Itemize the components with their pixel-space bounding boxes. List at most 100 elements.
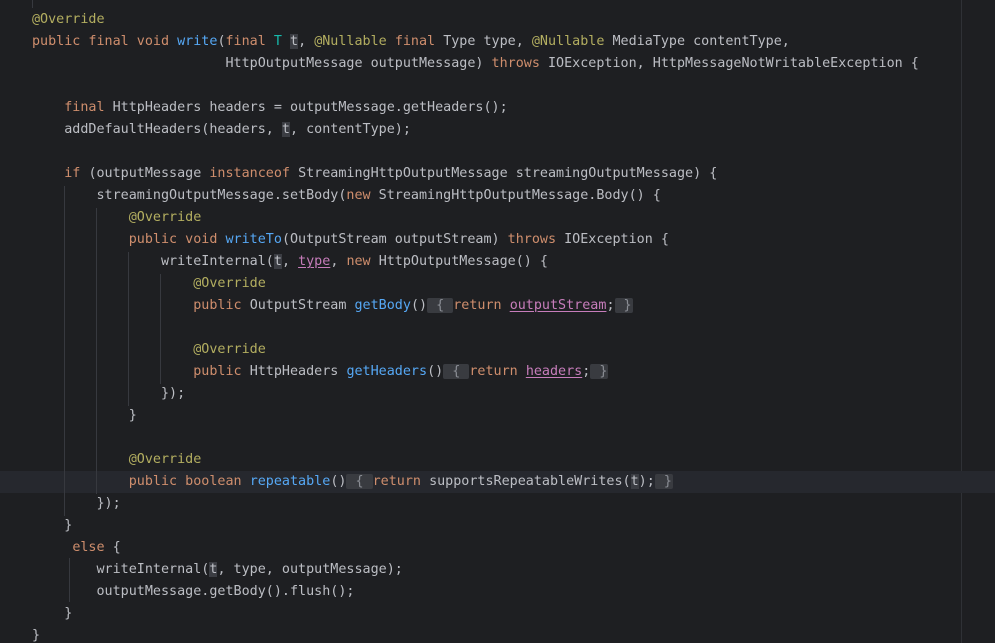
code-text: outputMessage.getBody().flush(); [96,584,355,599]
code-text: StreamingHttpOutputMessage.Body() { [378,188,661,203]
code-text: } [64,606,73,621]
code-line[interactable]: else { [32,537,121,559]
code-editor[interactable]: @Override public final void write(final T… [0,0,995,643]
code-text: HttpOutputMessage() { [378,254,548,269]
field-reference: headers [525,364,583,379]
code-line[interactable]: streamingOutputMessage.setBody(new Strea… [32,185,661,207]
code-line[interactable]: public final void write(final T t, @Null… [32,31,790,53]
keyword: final [394,34,444,49]
code-text: } [128,408,137,423]
code-line[interactable]: writeInternal(t, type, outputMessage); [32,559,403,581]
code-line[interactable]: }); [32,383,185,405]
code-line[interactable]: public boolean repeatable() { return sup… [32,471,673,493]
folded-region[interactable]: { [427,298,454,313]
code-text: streamingOutputMessage.setBody( [96,188,347,203]
code-text: { [112,540,121,555]
keyword: public boolean [128,474,250,489]
code-line[interactable]: if (outputMessage instanceof StreamingHt… [32,163,717,185]
keyword: throws [507,232,565,247]
folded-region[interactable]: } [614,298,633,313]
code-line[interactable]: @Override [32,207,202,229]
highlighted-identifier: t [281,122,290,137]
code-line[interactable]: } [32,515,72,537]
code-line[interactable]: @Override [32,449,202,471]
highlighted-identifier: t [290,34,299,49]
code-line[interactable]: addDefaultHeaders(headers, t, contentTyp… [32,119,411,141]
highlighted-identifier: t [273,254,282,269]
keyword: if [64,166,89,181]
code-text: } [64,518,73,533]
code-text: }); [161,386,186,401]
code-line[interactable]: HttpOutputMessage outputMessage) throws … [32,53,919,75]
code-text: OutputStream [249,298,355,313]
code-line[interactable]: }); [32,493,121,515]
code-line[interactable]: final HttpHeaders headers = outputMessag… [32,97,507,119]
code-text: ( [217,34,226,49]
code-text: , contentType); [289,122,411,137]
code-line[interactable]: public OutputStream getBody() { return o… [32,295,633,317]
keyword: public [193,364,250,379]
code-text: HttpOutputMessage outputMessage) [225,56,492,71]
folded-region[interactable]: } [590,364,609,379]
code-text: ; [606,298,615,313]
code-text: Type type, [443,34,532,49]
code-text: }); [96,496,121,511]
keyword: final [64,100,113,115]
keyword: else [72,540,113,555]
keyword: instanceof [209,166,299,181]
folded-region[interactable]: } [654,474,673,489]
keyword: return [453,298,510,313]
folded-region[interactable]: { [443,364,470,379]
type-parameter: T [273,34,290,49]
code-text: StreamingHttpOutputMessage streamingOutp… [298,166,718,181]
annotation: @Nullable [314,34,395,49]
keyword: new [346,188,379,203]
code-text: addDefaultHeaders(headers, [64,122,282,137]
annotation: @Override [193,342,266,357]
code-line[interactable]: writeInternal(t, type, new HttpOutputMes… [32,251,548,273]
code-line[interactable]: @Override [32,9,105,31]
code-text: (OutputStream outputStream) [281,232,508,247]
code-text: supportsRepeatableWrites( [429,474,631,489]
code-text: IOException, HttpMessageNotWritableExcep… [547,56,919,71]
code-line[interactable]: public void writeTo(OutputStream outputS… [32,229,669,251]
method-name: repeatable [249,474,331,489]
code-line[interactable]: } [32,405,137,427]
folded-region[interactable]: { [346,474,373,489]
annotation: @Nullable [531,34,613,49]
code-line[interactable]: @Override [32,339,266,361]
code-line[interactable]: } [32,625,40,643]
keyword: public [193,298,250,313]
code-line[interactable]: outputMessage.getBody().flush(); [32,581,355,603]
code-text: } [32,628,41,643]
code-line[interactable]: @Override [32,273,266,295]
code-line[interactable]: } [32,603,72,625]
method-name: getBody [354,298,411,313]
code-line[interactable]: public HttpHeaders getHeaders() { return… [32,361,609,383]
keyword: final [225,34,274,49]
keyword: new [346,254,379,269]
annotation: @Override [128,452,202,467]
method-name: getHeaders [346,364,428,379]
keyword: return [372,474,430,489]
annotation: @Override [128,210,202,225]
right-margin-guide [961,0,962,643]
code-text: MediaType contentType, [612,34,790,49]
code-text: writeInternal( [96,562,210,577]
code-text: IOException { [564,232,669,247]
field-reference: outputStream [509,298,607,313]
